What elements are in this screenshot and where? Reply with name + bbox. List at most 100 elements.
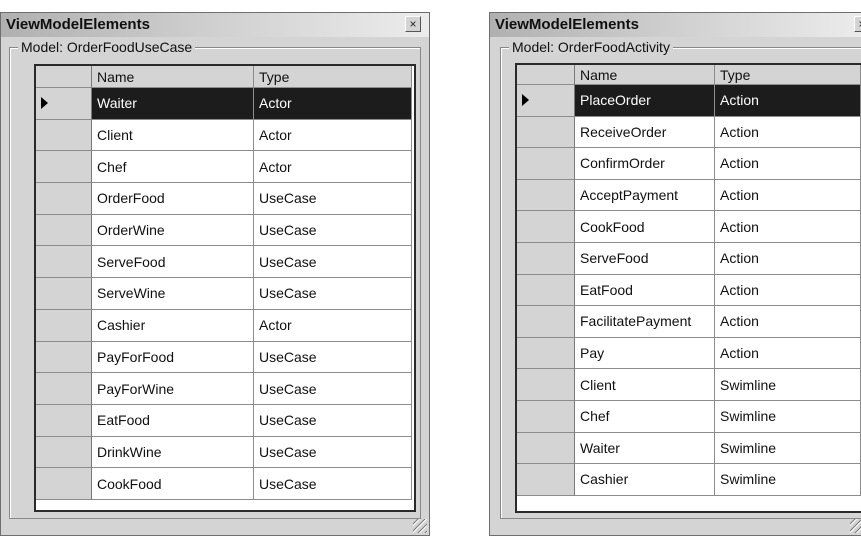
type-cell[interactable]: UseCase xyxy=(254,373,412,405)
name-cell[interactable]: Waiter xyxy=(92,88,254,120)
row-header[interactable] xyxy=(517,85,575,117)
table-row[interactable]: OrderFood UseCase xyxy=(36,183,412,215)
row-header[interactable] xyxy=(36,436,92,469)
name-cell[interactable]: DrinkWine xyxy=(92,436,254,469)
row-header[interactable] xyxy=(36,468,92,500)
type-cell[interactable]: Action xyxy=(715,211,861,243)
row-header[interactable] xyxy=(517,306,575,338)
type-cell[interactable]: Action xyxy=(715,242,861,275)
table-row[interactable]: Waiter Swimline xyxy=(517,432,861,465)
table-row[interactable]: AcceptPayment Action xyxy=(517,179,861,212)
title-bar[interactable]: ViewModelElements × xyxy=(490,13,861,37)
name-cell[interactable]: ConfirmOrder xyxy=(575,148,715,180)
name-cell[interactable]: CookFood xyxy=(575,211,715,243)
row-header[interactable] xyxy=(36,151,92,184)
table-row[interactable]: FacilitatePayment Action xyxy=(517,306,861,338)
type-cell[interactable]: Swimline xyxy=(715,464,861,496)
row-header[interactable] xyxy=(36,341,92,374)
column-header-name[interactable]: Name xyxy=(92,66,254,88)
row-header[interactable] xyxy=(517,337,575,370)
row-header[interactable] xyxy=(517,148,575,180)
name-cell[interactable]: ReceiveOrder xyxy=(575,116,715,149)
table-row[interactable]: PayForFood UseCase xyxy=(36,341,412,374)
row-header[interactable] xyxy=(36,214,92,247)
row-header[interactable] xyxy=(517,400,575,433)
type-cell[interactable]: Action xyxy=(715,148,861,180)
type-cell[interactable]: Actor xyxy=(254,309,412,342)
type-cell[interactable]: Actor xyxy=(254,88,412,120)
row-header[interactable] xyxy=(36,404,92,437)
type-cell[interactable]: Action xyxy=(715,306,861,338)
name-cell[interactable]: PayForWine xyxy=(92,373,254,405)
name-cell[interactable]: Waiter xyxy=(575,432,715,465)
type-cell[interactable]: Swimline xyxy=(715,400,861,433)
close-button[interactable]: × xyxy=(405,16,421,32)
type-cell[interactable]: Action xyxy=(715,274,861,307)
row-header[interactable] xyxy=(517,464,575,496)
type-cell[interactable]: Swimline xyxy=(715,432,861,465)
column-header-name[interactable]: Name xyxy=(575,65,715,85)
table-row[interactable]: Cashier Swimline xyxy=(517,464,861,496)
type-cell[interactable]: Action xyxy=(715,179,861,212)
type-cell[interactable]: UseCase xyxy=(254,183,412,215)
table-row[interactable]: Waiter Actor xyxy=(36,88,412,120)
row-header[interactable] xyxy=(36,373,92,405)
title-bar[interactable]: ViewModelElements × xyxy=(1,13,429,37)
table-row[interactable]: EatFood UseCase xyxy=(36,404,412,437)
name-cell[interactable]: Client xyxy=(92,119,254,152)
row-header[interactable] xyxy=(517,211,575,243)
table-row[interactable]: Client Actor xyxy=(36,119,412,152)
name-cell[interactable]: ServeFood xyxy=(92,246,254,279)
name-cell[interactable]: PayForFood xyxy=(92,341,254,374)
header-corner[interactable] xyxy=(517,65,575,85)
name-cell[interactable]: PlaceOrder xyxy=(575,85,715,117)
name-cell[interactable]: Cashier xyxy=(575,464,715,496)
type-cell[interactable]: Actor xyxy=(254,151,412,184)
name-cell[interactable]: EatFood xyxy=(92,404,254,437)
row-header[interactable] xyxy=(517,242,575,275)
row-header[interactable] xyxy=(517,274,575,307)
row-header[interactable] xyxy=(36,119,92,152)
type-cell[interactable]: UseCase xyxy=(254,214,412,247)
table-row[interactable]: Client Swimline xyxy=(517,369,861,401)
name-cell[interactable]: ServeFood xyxy=(575,242,715,275)
type-cell[interactable]: Action xyxy=(715,116,861,149)
name-cell[interactable]: FacilitatePayment xyxy=(575,306,715,338)
table-row[interactable]: ReceiveOrder Action xyxy=(517,116,861,149)
type-cell[interactable]: Action xyxy=(715,85,861,117)
table-row[interactable]: ServeWine UseCase xyxy=(36,278,412,310)
type-cell[interactable]: UseCase xyxy=(254,404,412,437)
type-cell[interactable]: UseCase xyxy=(254,341,412,374)
name-cell[interactable]: Chef xyxy=(575,400,715,433)
table-row[interactable]: DrinkWine UseCase xyxy=(36,436,412,469)
name-cell[interactable]: OrderFood xyxy=(92,183,254,215)
table-row[interactable]: CookFood Action xyxy=(517,211,861,243)
name-cell[interactable]: AcceptPayment xyxy=(575,179,715,212)
column-header-type[interactable]: Type xyxy=(715,65,861,85)
name-cell[interactable]: EatFood xyxy=(575,274,715,307)
type-cell[interactable]: Actor xyxy=(254,119,412,152)
table-row[interactable]: ServeFood UseCase xyxy=(36,246,412,279)
name-cell[interactable]: Chef xyxy=(92,151,254,184)
row-header[interactable] xyxy=(36,183,92,215)
name-cell[interactable]: Pay xyxy=(575,337,715,370)
table-row[interactable]: ServeFood Action xyxy=(517,242,861,275)
name-cell[interactable]: OrderWine xyxy=(92,214,254,247)
row-header[interactable] xyxy=(36,309,92,342)
type-cell[interactable]: Swimline xyxy=(715,369,861,401)
type-cell[interactable]: UseCase xyxy=(254,468,412,500)
name-cell[interactable]: CookFood xyxy=(92,468,254,500)
resize-grip-icon[interactable] xyxy=(413,519,427,533)
table-row[interactable]: Cashier Actor xyxy=(36,309,412,342)
row-header[interactable] xyxy=(36,246,92,279)
name-cell[interactable]: Client xyxy=(575,369,715,401)
row-header[interactable] xyxy=(517,179,575,212)
row-header[interactable] xyxy=(517,116,575,149)
table-row[interactable]: PayForWine UseCase xyxy=(36,373,412,405)
table-row[interactable]: OrderWine UseCase xyxy=(36,214,412,247)
name-cell[interactable]: ServeWine xyxy=(92,278,254,310)
header-corner[interactable] xyxy=(36,66,92,88)
type-cell[interactable]: UseCase xyxy=(254,436,412,469)
row-header[interactable] xyxy=(517,432,575,465)
table-row[interactable]: Chef Actor xyxy=(36,151,412,184)
